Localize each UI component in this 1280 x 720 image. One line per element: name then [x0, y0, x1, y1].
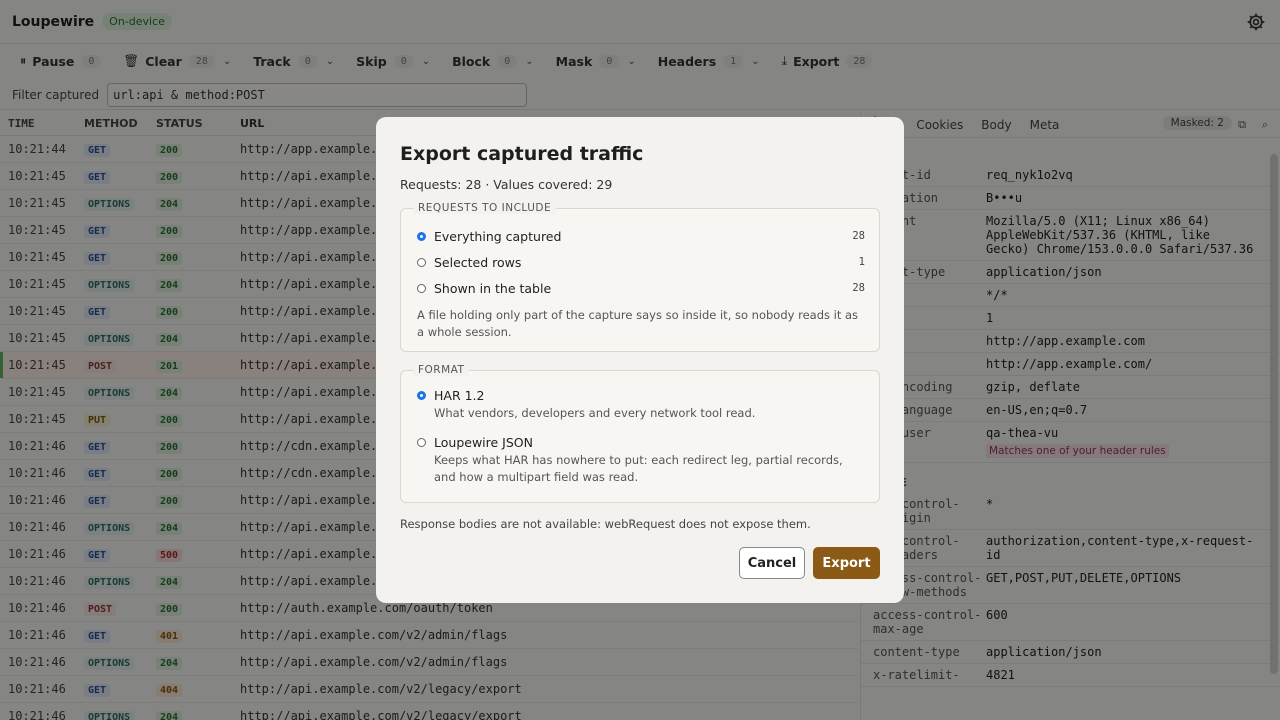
radio-button[interactable] [417, 283, 426, 293]
include-option-count: 28 [852, 282, 865, 294]
radio-button[interactable] [417, 257, 426, 267]
include-option-label: Everything captured [434, 228, 562, 244]
export-dialog: Export captured traffic Requests: 28 · V… [376, 117, 904, 603]
include-option[interactable]: Selected rows 1 [417, 249, 865, 275]
format-option-label: Loupewire JSON [434, 434, 533, 450]
dialog-footnote: Response bodies are not available: webRe… [400, 517, 811, 531]
radio-button[interactable] [417, 231, 426, 241]
format-fieldset: FORMAT HAR 1.2 What vendors, developers a… [400, 364, 880, 503]
include-note: A file holding only part of the capture … [417, 308, 859, 339]
radio-button[interactable] [417, 390, 426, 400]
include-option-label: Selected rows [434, 254, 522, 270]
include-option-count: 1 [858, 256, 865, 268]
format-option[interactable]: Loupewire JSON Keeps what HAR has nowhere… [417, 432, 865, 486]
cancel-button[interactable]: Cancel [739, 547, 805, 579]
include-legend: REQUESTS TO INCLUDE [413, 202, 557, 214]
dialog-title: Export captured traffic [400, 143, 644, 165]
format-option-description: Keeps what HAR has nowhere to put: each … [434, 453, 843, 484]
include-option[interactable]: Shown in the table 28 [417, 275, 865, 301]
include-option-label: Shown in the table [434, 280, 552, 296]
format-option-row[interactable]: HAR 1.2 [417, 385, 865, 405]
radio-button[interactable] [417, 437, 426, 447]
include-fieldset: REQUESTS TO INCLUDE Everything captured 2… [400, 202, 880, 352]
format-option-label: HAR 1.2 [434, 387, 485, 403]
format-legend: FORMAT [413, 364, 470, 376]
dialog-summary: Requests: 28 · Values covered: 29 [400, 177, 613, 192]
include-option[interactable]: Everything captured 28 [417, 223, 865, 249]
format-option-description: What vendors, developers and every netwo… [434, 406, 756, 420]
format-option-row[interactable]: Loupewire JSON [417, 432, 865, 452]
format-option[interactable]: HAR 1.2 What vendors, developers and ever… [417, 385, 865, 422]
include-option-count: 28 [852, 230, 865, 242]
export-button[interactable]: Export [813, 547, 880, 579]
